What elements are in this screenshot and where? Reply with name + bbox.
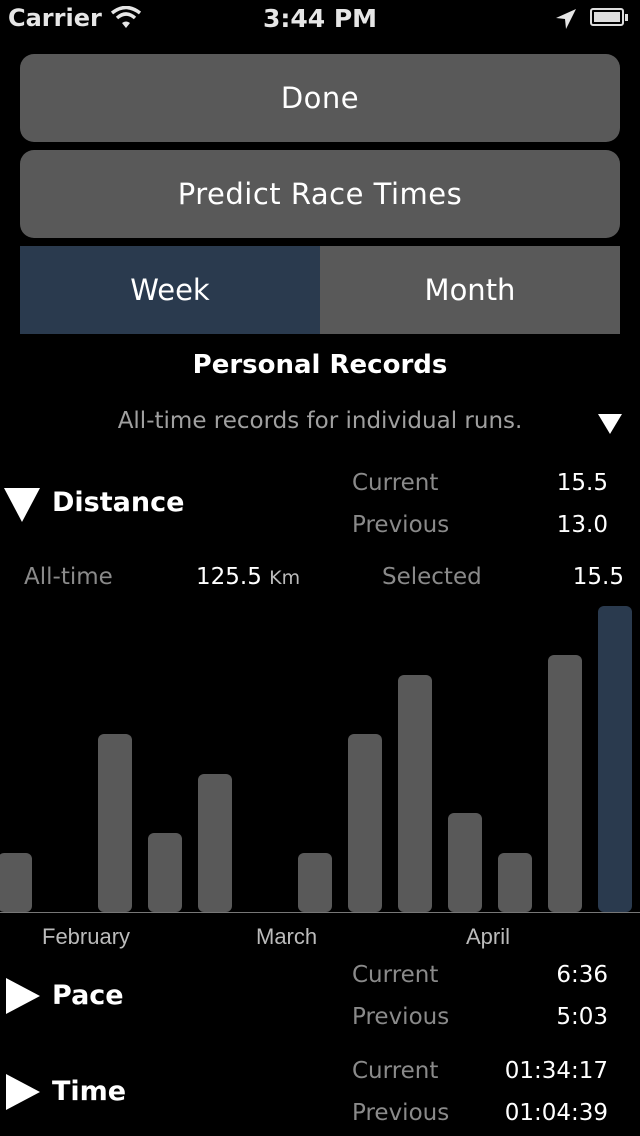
distance-title[interactable]: Distance bbox=[52, 487, 184, 518]
segment-week[interactable]: Week bbox=[20, 246, 320, 334]
time-previous-value: 01:04:39 bbox=[504, 1100, 608, 1126]
chart-bar[interactable] bbox=[198, 774, 232, 912]
status-time: 3:44 PM bbox=[262, 4, 378, 33]
status-bar: Carrier 3:44 PM bbox=[0, 0, 640, 40]
personal-records-subtitle: All-time records for individual runs. bbox=[117, 408, 523, 434]
chart-bar[interactable] bbox=[0, 853, 32, 912]
selected-value: 15.5 bbox=[572, 564, 624, 590]
personal-records-title: Personal Records bbox=[192, 350, 448, 380]
chart-bar[interactable] bbox=[498, 853, 532, 912]
chart-bar[interactable] bbox=[298, 853, 332, 912]
alltime-value-group: 125.5 Km bbox=[196, 564, 300, 590]
pace-title[interactable]: Pace bbox=[52, 980, 124, 1011]
pace-previous-value: 5:03 bbox=[556, 1004, 608, 1030]
predict-race-times-button[interactable]: Predict Race Times bbox=[20, 150, 620, 238]
chart-bar[interactable] bbox=[148, 833, 182, 912]
pace-current-value: 6:36 bbox=[556, 962, 608, 988]
location-arrow-icon bbox=[556, 9, 576, 29]
month-label-february: February bbox=[42, 924, 131, 949]
expand-triangle-right-icon[interactable] bbox=[6, 1074, 40, 1110]
chart-bar[interactable] bbox=[598, 606, 632, 912]
chart-bar[interactable] bbox=[448, 813, 482, 912]
month-label-march: March bbox=[256, 924, 318, 949]
battery-icon bbox=[590, 8, 630, 28]
expand-triangle-right-icon[interactable] bbox=[6, 978, 40, 1014]
alltime-unit: Km bbox=[269, 567, 301, 589]
segment-month[interactable]: Month bbox=[320, 246, 620, 334]
done-button[interactable]: Done bbox=[20, 54, 620, 142]
chevron-down-icon[interactable] bbox=[598, 414, 622, 434]
chart-bar[interactable] bbox=[98, 734, 132, 912]
chart-bar[interactable] bbox=[548, 655, 582, 912]
distance-bar-chart[interactable] bbox=[0, 600, 640, 920]
time-current-value: 01:34:17 bbox=[504, 1058, 608, 1084]
chart-bar[interactable] bbox=[398, 675, 432, 912]
time-title[interactable]: Time bbox=[52, 1076, 126, 1107]
month-label-april: April bbox=[466, 924, 511, 949]
alltime-label: All-time bbox=[24, 564, 113, 590]
distance-current-value: 15.5 bbox=[556, 470, 608, 496]
alltime-value: 125.5 bbox=[196, 564, 262, 590]
expand-triangle-down-icon[interactable] bbox=[4, 488, 40, 522]
chart-bar[interactable] bbox=[348, 734, 382, 912]
distance-previous-value: 13.0 bbox=[556, 512, 608, 538]
